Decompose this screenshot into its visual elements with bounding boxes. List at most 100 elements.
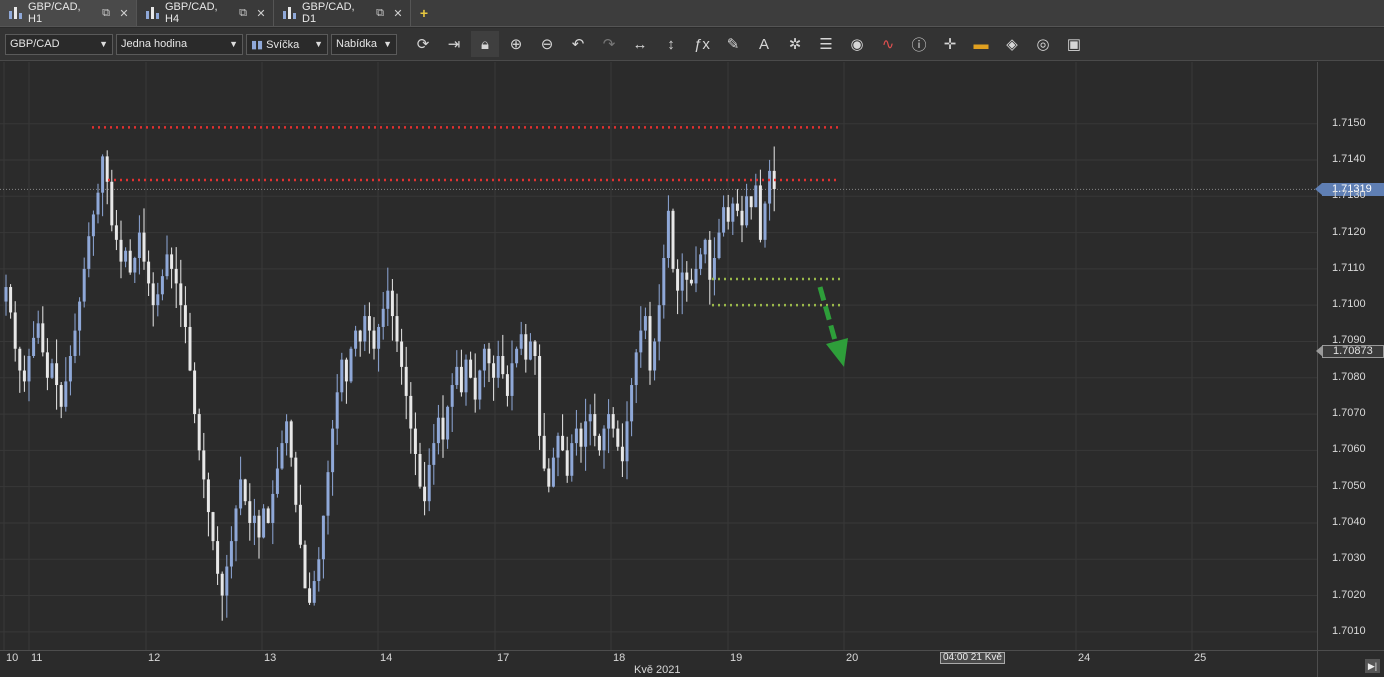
chart-toolbar: GBP/CAD ▼ Jedna hodina ▼ ▮▮ Svíčka ▼ Nab… <box>0 28 1384 61</box>
candle-body <box>648 316 652 371</box>
crosshair-icon[interactable]: ✛ <box>936 31 964 57</box>
info-icon[interactable]: ⓘ <box>905 31 933 57</box>
candle-body <box>653 341 657 371</box>
candlestick-icon <box>145 7 159 19</box>
candle-body <box>271 493 275 523</box>
price-side-select[interactable]: Nabídka ▼ <box>331 33 397 55</box>
oscillator-icon[interactable]: ∿ <box>874 31 902 57</box>
settings-icon[interactable]: ◎ <box>1029 31 1057 57</box>
candle-body <box>630 385 634 422</box>
candle-body <box>432 443 436 465</box>
candle-body <box>528 341 532 360</box>
scroll-to-end-icon[interactable]: ▶| <box>1365 659 1380 673</box>
down-arrow-shaft[interactable] <box>817 286 839 345</box>
candle-body <box>243 479 247 502</box>
tab-gbpcad-h1[interactable]: GBP/CAD, H1 ⧉ ✕ <box>0 0 137 26</box>
candlestick-plot[interactable] <box>0 62 1317 650</box>
vertical-scale-icon[interactable]: ↕ <box>657 31 685 57</box>
price-chart[interactable] <box>0 62 1317 650</box>
candle-body <box>510 363 514 396</box>
candle-body <box>496 356 500 378</box>
drawing-pencil-icon[interactable]: ✎ <box>719 31 747 57</box>
candle-body <box>349 348 353 382</box>
candle-body <box>469 359 473 378</box>
candle-body <box>64 381 68 407</box>
color-scheme-icon[interactable]: ▬ <box>967 31 995 57</box>
close-icon[interactable]: ✕ <box>255 7 267 20</box>
candle-body <box>372 330 376 349</box>
candle-body <box>455 366 459 386</box>
shift-chart-icon[interactable]: ⇥ <box>440 31 468 57</box>
candle-body <box>294 457 298 505</box>
time-axis[interactable]: Kvě 2021 04:00 21 Kvě 10 11 12 13 14 17 18 19 20… <box>0 650 1317 677</box>
tab-gbpcad-h4[interactable]: GBP/CAD, H4 ⧉ ✕ <box>137 0 274 26</box>
price-tick-label: 1.7070 <box>1332 407 1366 420</box>
candle-body <box>551 457 555 487</box>
candle-body <box>50 363 54 378</box>
candle-body <box>59 385 63 407</box>
candle-body <box>390 290 394 317</box>
detach-icon[interactable]: ⧉ <box>374 7 386 20</box>
refresh-icon[interactable]: ⟳ <box>409 31 437 57</box>
candle-body <box>533 341 537 356</box>
horizontal-scale-icon[interactable]: ↔ <box>626 31 654 57</box>
candle-body <box>275 468 279 494</box>
candle-body <box>395 316 399 342</box>
symbol-select[interactable]: GBP/CAD ▼ <box>5 33 113 55</box>
candle-body <box>248 501 252 523</box>
candle-body <box>18 348 22 371</box>
candle-body <box>519 334 523 349</box>
candle-body <box>740 210 744 226</box>
candle-body <box>561 435 565 451</box>
candle-body <box>620 446 624 462</box>
close-icon[interactable]: ✕ <box>118 7 130 20</box>
save-icon[interactable]: ▣ <box>1060 31 1088 57</box>
reference-price-tag: 1.70873 <box>1316 345 1384 359</box>
layers-icon[interactable]: ☰ <box>812 31 840 57</box>
add-chart-icon[interactable]: + <box>411 0 437 26</box>
candle-body <box>574 428 578 444</box>
candle-body <box>386 290 390 309</box>
candle-body <box>147 261 151 284</box>
candle-body <box>298 504 302 545</box>
text-tool-icon[interactable]: A <box>750 31 778 57</box>
candle-body <box>436 417 440 444</box>
candle-body <box>381 308 385 327</box>
candle-body <box>607 414 611 429</box>
candle-body <box>735 203 739 211</box>
candle-body <box>579 428 583 447</box>
candle-body <box>266 508 270 523</box>
indicators-icon[interactable]: ƒx <box>688 31 716 57</box>
redo-icon[interactable]: ↷ <box>595 31 623 57</box>
eye-icon[interactable]: ◉ <box>843 31 871 57</box>
candle-body <box>657 305 661 342</box>
candle-body <box>78 301 82 331</box>
tab-gbpcad-d1[interactable]: GBP/CAD, D1 ⧉ ✕ <box>274 0 411 26</box>
candle-body <box>331 428 335 473</box>
candle-body <box>308 588 312 603</box>
down-arrow-icon[interactable] <box>826 338 848 367</box>
zoom-in-icon[interactable]: ⊕ <box>502 31 530 57</box>
candle-body <box>694 268 698 284</box>
lock-icon[interactable]: 🔒︎ <box>471 31 499 57</box>
detach-icon[interactable]: ⧉ <box>100 7 112 20</box>
undo-icon[interactable]: ↶ <box>564 31 592 57</box>
chart-type-select[interactable]: ▮▮ Svíčka ▼ <box>246 33 328 55</box>
candle-body <box>317 559 321 582</box>
close-icon[interactable]: ✕ <box>392 7 404 20</box>
candle-body <box>409 395 413 429</box>
pattern-icon[interactable]: ✲ <box>781 31 809 57</box>
detach-icon[interactable]: ⧉ <box>237 7 249 20</box>
candle-body <box>666 210 670 258</box>
fill-icon[interactable]: ◈ <box>998 31 1026 57</box>
candle-body <box>524 334 528 360</box>
price-axis[interactable]: 1.71319 1.70873 1.7150 1.7140 1.7130 1.7120… <box>1315 62 1384 650</box>
date-tick-label: 20 <box>846 652 859 664</box>
period-select[interactable]: Jedna hodina ▼ <box>116 33 243 55</box>
candle-body <box>671 210 675 269</box>
candle-body <box>252 515 256 523</box>
candle-body <box>689 279 693 284</box>
zoom-out-icon[interactable]: ⊖ <box>533 31 561 57</box>
candle-body <box>340 359 344 393</box>
candlestick-icon <box>8 7 22 19</box>
